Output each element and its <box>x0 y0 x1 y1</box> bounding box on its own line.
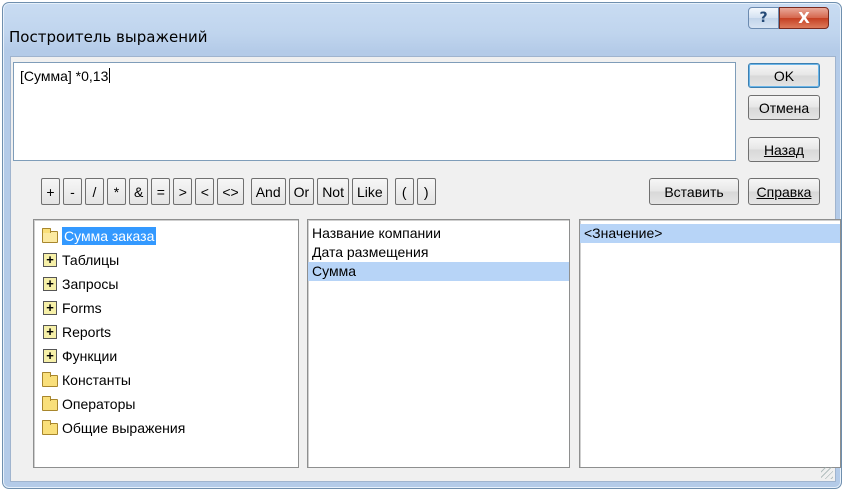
tree-item[interactable]: + Запросы <box>34 272 298 296</box>
operator-button[interactable]: > <box>173 178 193 205</box>
operator-button[interactable]: Like <box>351 178 388 205</box>
tree-item-label: Константы <box>62 372 131 388</box>
tree-item[interactable]: + Функции <box>34 344 298 368</box>
plus-icon: + <box>42 276 60 292</box>
list-item[interactable]: <Значение> <box>580 224 840 243</box>
cancel-button[interactable]: Отмена <box>748 95 820 120</box>
operator-button[interactable]: <> <box>217 178 244 205</box>
operator-button[interactable]: ) <box>416 178 436 205</box>
operator-button[interactable]: < <box>195 178 215 205</box>
tree-item-label: Общие выражения <box>62 420 186 436</box>
tree-item-label: Сумма заказа <box>62 227 157 245</box>
tree-item-label: Reports <box>62 324 112 340</box>
close-icon[interactable]: X <box>779 7 829 29</box>
folder-icon <box>42 419 60 436</box>
plus-icon: + <box>42 252 60 268</box>
operator-button[interactable]: ( <box>394 178 414 205</box>
folder-icon <box>42 395 60 412</box>
operator-button[interactable]: And <box>250 178 286 205</box>
operator-button[interactable]: / <box>85 178 104 205</box>
tree-item-label: Таблицы <box>62 252 120 268</box>
operator-button[interactable]: + <box>41 178 60 205</box>
resize-grip-icon[interactable] <box>821 467 833 479</box>
tree-item-label: Forms <box>62 300 102 316</box>
operator-toolbar: + - / * & = > < <> And Or Not Like() <box>41 178 436 205</box>
expression-builder-window: Построитель выражений ? X [Сумма] *0,13 … <box>2 2 842 489</box>
operator-button[interactable]: = <box>151 178 171 205</box>
tree-item[interactable]: Общие выражения <box>34 416 298 440</box>
tree-item[interactable]: Сумма заказа <box>34 224 298 248</box>
expression-text: [Сумма] *0,13 <box>20 68 109 84</box>
back-button-label: Назад <box>763 141 805 158</box>
tree-item-label: Функции <box>62 348 118 364</box>
list-item[interactable]: Дата размещения <box>308 243 569 262</box>
back-button[interactable]: Назад <box>748 137 820 162</box>
plus-icon: + <box>42 324 60 340</box>
ok-button[interactable]: OK <box>748 63 820 88</box>
tree-item-label: Запросы <box>62 276 119 292</box>
list-item[interactable]: Название компании <box>308 224 569 243</box>
tree-item[interactable]: Константы <box>34 368 298 392</box>
fields-list[interactable]: Название компании Дата размещения Сумма <box>307 219 570 468</box>
folder-open-icon <box>42 227 60 244</box>
tree-item[interactable]: + Reports <box>34 320 298 344</box>
tree-item-label: Операторы <box>62 396 136 412</box>
operator-button[interactable]: Not <box>317 178 349 205</box>
values-list[interactable]: <Значение> <box>579 219 841 468</box>
operator-button[interactable]: - <box>63 178 82 205</box>
operator-button[interactable]: & <box>129 178 149 205</box>
plus-icon: + <box>42 300 60 316</box>
text-caret <box>109 68 111 83</box>
expression-elements-tree[interactable]: Сумма заказа + Таблицы + Запросы + Forms + Repor… <box>33 219 299 468</box>
help-icon[interactable]: ? <box>748 7 779 29</box>
folder-icon <box>42 371 60 388</box>
tree-item[interactable]: + Forms <box>34 296 298 320</box>
plus-icon: + <box>42 348 60 364</box>
tree-item[interactable]: + Таблицы <box>34 248 298 272</box>
help-button-label: Справка <box>756 183 812 200</box>
list-item[interactable]: Сумма <box>308 262 569 281</box>
help-button[interactable]: Справка <box>748 178 820 205</box>
window-title: Построитель выражений <box>9 28 208 46</box>
tree-item[interactable]: Операторы <box>34 392 298 416</box>
operator-button[interactable]: Or <box>288 178 315 205</box>
dialog-body: [Сумма] *0,13 OK Отмена Назад + - / * & = > < <>… <box>10 56 841 482</box>
insert-button[interactable]: Вставить <box>649 178 739 205</box>
expression-input[interactable]: [Сумма] *0,13 <box>13 62 736 161</box>
operator-button[interactable]: * <box>107 178 126 205</box>
